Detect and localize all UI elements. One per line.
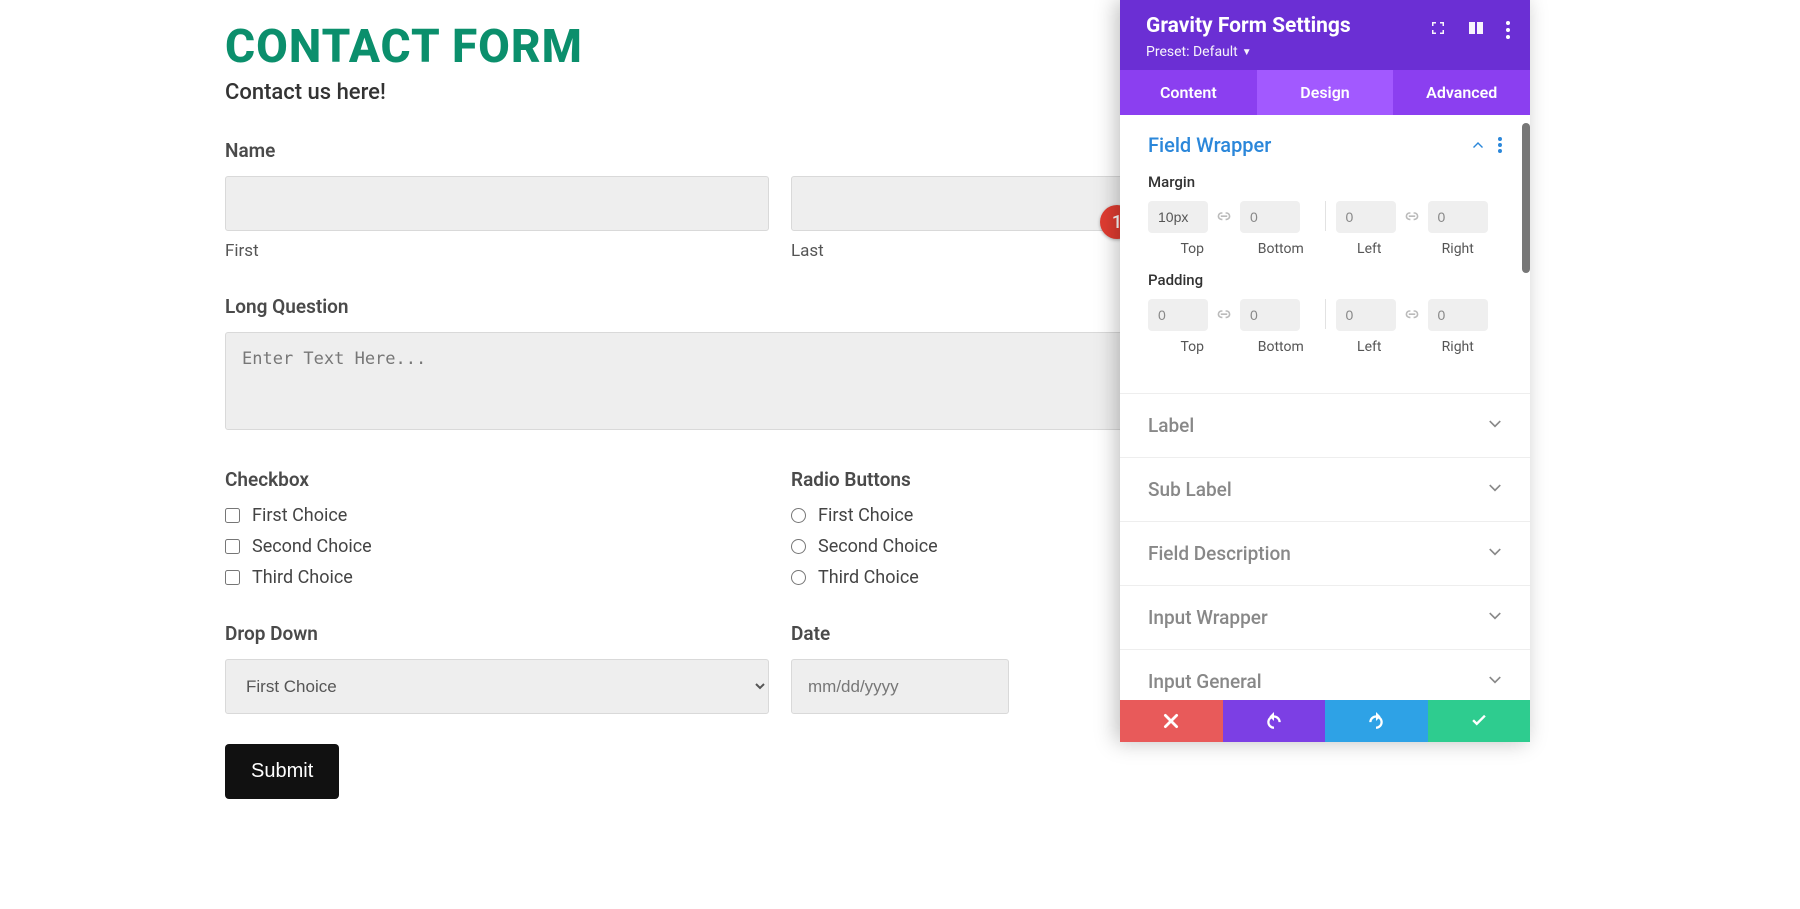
section-input-general[interactable]: Input General (1120, 650, 1530, 700)
checkbox-option-label: First Choice (252, 505, 347, 526)
date-input[interactable] (791, 659, 1009, 714)
padding-bottom-input[interactable] (1240, 299, 1300, 331)
redo-icon (1367, 712, 1385, 730)
radio-option-label: First Choice (818, 505, 913, 526)
expand-icon[interactable] (1430, 20, 1446, 40)
redo-button[interactable] (1325, 700, 1428, 742)
dropdown-field: Drop Down First Choice (225, 622, 769, 714)
checkbox-input[interactable] (225, 539, 240, 554)
radio-option-label: Third Choice (818, 567, 919, 588)
radio-option-label: Second Choice (818, 536, 938, 557)
more-icon[interactable] (1506, 20, 1510, 40)
margin-label: Margin (1148, 173, 1502, 191)
columns-icon[interactable] (1468, 20, 1484, 40)
chevron-down-icon (1488, 416, 1502, 435)
section-title: Input Wrapper (1148, 606, 1268, 629)
padding-label: Padding (1148, 271, 1502, 289)
section-title[interactable]: Field Wrapper (1148, 133, 1271, 157)
section-more-icon[interactable] (1498, 137, 1502, 153)
checkbox-field: Checkbox First Choice Second Choice Thir… (225, 468, 769, 588)
undo-button[interactable] (1223, 700, 1326, 742)
dropdown-input[interactable]: First Choice (225, 659, 769, 714)
check-icon (1470, 712, 1488, 730)
checkbox-option[interactable]: Third Choice (225, 567, 769, 588)
margin-left-sublabel: Left (1325, 241, 1414, 257)
padding-top-input[interactable] (1148, 299, 1208, 331)
tab-design[interactable]: Design (1257, 70, 1394, 115)
margin-right-sublabel: Right (1414, 241, 1503, 257)
first-name-sublabel: First (225, 241, 769, 261)
panel-header: Gravity Form Settings Preset: Default ▼ (1120, 0, 1530, 70)
checkbox-option-label: Third Choice (252, 567, 353, 588)
checkbox-option-label: Second Choice (252, 536, 372, 557)
submit-button[interactable]: Submit (225, 744, 339, 799)
margin-top-sublabel: Top (1148, 241, 1237, 257)
undo-icon (1265, 712, 1283, 730)
checkbox-option[interactable]: First Choice (225, 505, 769, 526)
checkbox-input[interactable] (225, 570, 240, 585)
section-title: Input General (1148, 670, 1262, 693)
link-icon[interactable] (1216, 307, 1232, 323)
section-title: Label (1148, 414, 1194, 437)
margin-top-input[interactable] (1148, 201, 1208, 233)
chevron-up-icon[interactable] (1472, 136, 1484, 155)
section-input-wrapper[interactable]: Input Wrapper (1120, 586, 1530, 650)
padding-left-sublabel: Left (1325, 339, 1414, 355)
section-field-wrapper: Field Wrapper Margin (1120, 115, 1530, 394)
radio-input[interactable] (791, 539, 806, 554)
settings-panel: Gravity Form Settings Preset: Default ▼ … (1120, 0, 1530, 742)
panel-body: Field Wrapper Margin (1120, 115, 1530, 700)
checkbox-label: Checkbox (225, 468, 769, 491)
panel-tabs: Content Design Advanced (1120, 70, 1530, 115)
scrollbar-thumb[interactable] (1522, 123, 1530, 273)
padding-left-input[interactable] (1336, 299, 1396, 331)
radio-input[interactable] (791, 508, 806, 523)
close-button[interactable] (1120, 700, 1223, 742)
margin-left-input[interactable] (1336, 201, 1396, 233)
margin-bottom-sublabel: Bottom (1237, 241, 1326, 257)
chevron-down-icon (1488, 544, 1502, 563)
padding-top-sublabel: Top (1148, 339, 1237, 355)
panel-title: Gravity Form Settings (1146, 14, 1351, 38)
close-icon (1162, 712, 1180, 730)
chevron-down-icon (1488, 608, 1502, 627)
radio-input[interactable] (791, 570, 806, 585)
save-button[interactable] (1428, 700, 1531, 742)
dropdown-label: Drop Down (225, 622, 769, 645)
panel-footer (1120, 700, 1530, 742)
margin-right-input[interactable] (1428, 201, 1488, 233)
margin-bottom-input[interactable] (1240, 201, 1300, 233)
padding-right-input[interactable] (1428, 299, 1488, 331)
section-title: Field Description (1148, 542, 1291, 565)
checkbox-option[interactable]: Second Choice (225, 536, 769, 557)
preset-dropdown[interactable]: Preset: Default ▼ (1146, 44, 1351, 60)
tab-advanced[interactable]: Advanced (1393, 70, 1530, 115)
link-icon[interactable] (1216, 209, 1232, 225)
divider (1325, 201, 1326, 231)
first-name-input[interactable] (225, 176, 769, 231)
link-icon[interactable] (1404, 307, 1420, 323)
section-title: Sub Label (1148, 478, 1232, 501)
section-sub-label[interactable]: Sub Label (1120, 458, 1530, 522)
chevron-down-icon (1488, 480, 1502, 499)
preset-label: Preset: Default (1146, 44, 1238, 60)
section-label[interactable]: Label (1120, 394, 1530, 458)
caret-down-icon: ▼ (1242, 47, 1252, 58)
padding-bottom-sublabel: Bottom (1237, 339, 1326, 355)
tab-content[interactable]: Content (1120, 70, 1257, 115)
checkbox-input[interactable] (225, 508, 240, 523)
link-icon[interactable] (1404, 209, 1420, 225)
divider (1325, 299, 1326, 329)
padding-right-sublabel: Right (1414, 339, 1503, 355)
section-field-description[interactable]: Field Description (1120, 522, 1530, 586)
chevron-down-icon (1488, 672, 1502, 691)
